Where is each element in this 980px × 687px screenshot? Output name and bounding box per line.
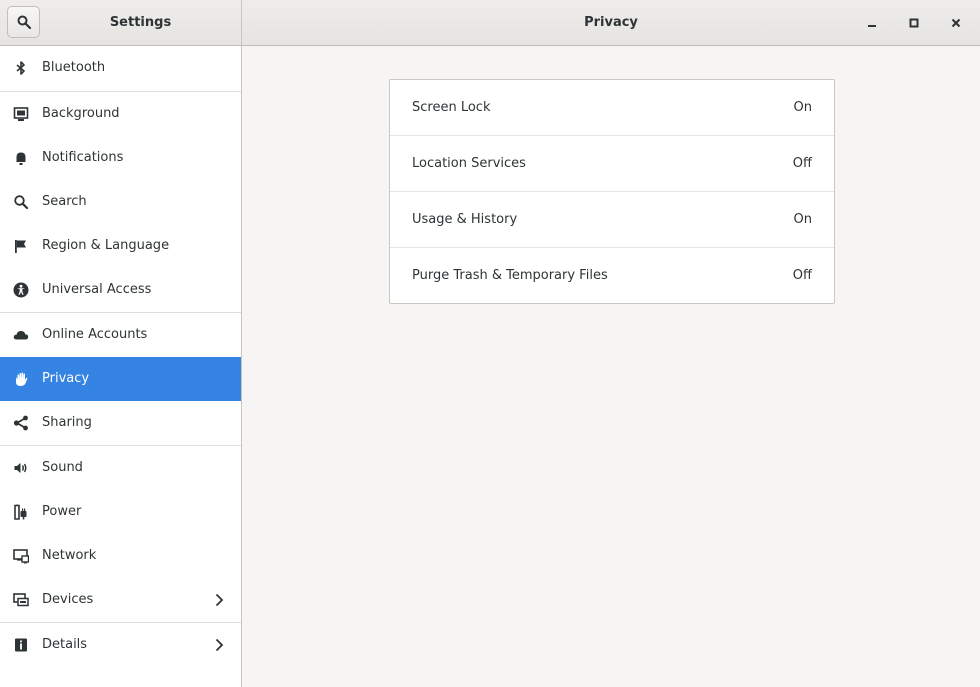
header-bar: Settings Privacy (0, 0, 980, 46)
sidebar-item-privacy[interactable]: Privacy (0, 357, 241, 401)
search-icon (13, 194, 29, 210)
sidebar-item-bluetooth[interactable]: Bluetooth (0, 46, 241, 90)
sidebar-item-network[interactable]: Network (0, 534, 241, 578)
close-icon (951, 18, 961, 28)
chevron-right-icon (215, 638, 224, 652)
sidebar-item-label: Region & Language (42, 238, 170, 253)
sidebar-title: Settings (109, 15, 172, 30)
maximize-icon (909, 18, 919, 28)
chevron-right-icon (215, 593, 224, 607)
sidebar-item-label: Privacy (42, 371, 90, 386)
sidebar-header: Settings (0, 0, 242, 45)
sidebar-item-label: Network (42, 548, 97, 563)
row-status: On (793, 212, 812, 227)
sidebar-item-label: Details (42, 637, 88, 652)
sidebar-item-search[interactable]: Search (0, 180, 241, 224)
row-label: Purge Trash & Temporary Files (412, 268, 608, 283)
screen-lock-row[interactable]: Screen Lock On (390, 80, 834, 136)
sidebar-item-sound[interactable]: Sound (0, 446, 241, 490)
minimize-button[interactable] (862, 13, 882, 33)
row-status: Off (792, 268, 812, 283)
sidebar-item-universal-access[interactable]: Universal Access (0, 268, 241, 312)
sidebar-item-label: Sound (42, 460, 83, 475)
hand-icon (13, 371, 29, 387)
sidebar-item-online-accounts[interactable]: Online Accounts (0, 313, 241, 357)
sidebar-item-label: Notifications (42, 150, 124, 165)
share-icon (13, 415, 29, 431)
sidebar-item-devices[interactable]: Devices (0, 578, 241, 622)
minimize-icon (868, 25, 876, 27)
sidebar-item-label: Bluetooth (42, 60, 106, 75)
sidebar-item-label: Universal Access (42, 282, 152, 297)
sidebar-item-label: Power (42, 504, 82, 519)
sidebar-item-label: Background (42, 106, 120, 121)
sidebar-item-details[interactable]: Details (0, 623, 241, 667)
sidebar-item-background[interactable]: Background (0, 92, 241, 136)
sidebar: Bluetooth Background Notifications Searc… (0, 46, 242, 687)
privacy-settings-list: Screen Lock On Location Services Off Usa… (389, 79, 835, 304)
sidebar-item-label: Online Accounts (42, 327, 148, 342)
network-icon (13, 548, 29, 564)
settings-window: Settings Privacy Bluetooth Background No… (0, 0, 980, 687)
sidebar-item-sharing[interactable]: Sharing (0, 401, 241, 445)
sidebar-item-label: Sharing (42, 415, 92, 430)
bell-icon (13, 150, 29, 166)
sidebar-item-region-language[interactable]: Region & Language (0, 224, 241, 268)
search-icon (17, 15, 31, 29)
flag-icon (13, 238, 29, 254)
bluetooth-icon (13, 60, 29, 76)
sidebar-item-label: Devices (42, 592, 94, 607)
close-button[interactable] (946, 13, 966, 33)
info-icon (13, 637, 29, 653)
power-icon (13, 504, 29, 520)
row-label: Screen Lock (412, 100, 491, 115)
sidebar-item-label: Search (42, 194, 87, 209)
sidebar-item-power[interactable]: Power (0, 490, 241, 534)
maximize-button[interactable] (904, 13, 924, 33)
row-label: Location Services (412, 156, 526, 171)
search-button[interactable] (7, 6, 40, 38)
speaker-icon (13, 460, 29, 476)
location-services-row[interactable]: Location Services Off (390, 136, 834, 192)
row-label: Usage & History (412, 212, 518, 227)
sidebar-item-notifications[interactable]: Notifications (0, 136, 241, 180)
purge-trash-row[interactable]: Purge Trash & Temporary Files Off (390, 248, 834, 303)
background-icon (13, 106, 29, 122)
cloud-icon (13, 327, 29, 343)
row-status: On (793, 100, 812, 115)
usage-history-row[interactable]: Usage & History On (390, 192, 834, 248)
accessibility-icon (13, 282, 29, 298)
devices-icon (13, 592, 29, 608)
row-status: Off (792, 156, 812, 171)
